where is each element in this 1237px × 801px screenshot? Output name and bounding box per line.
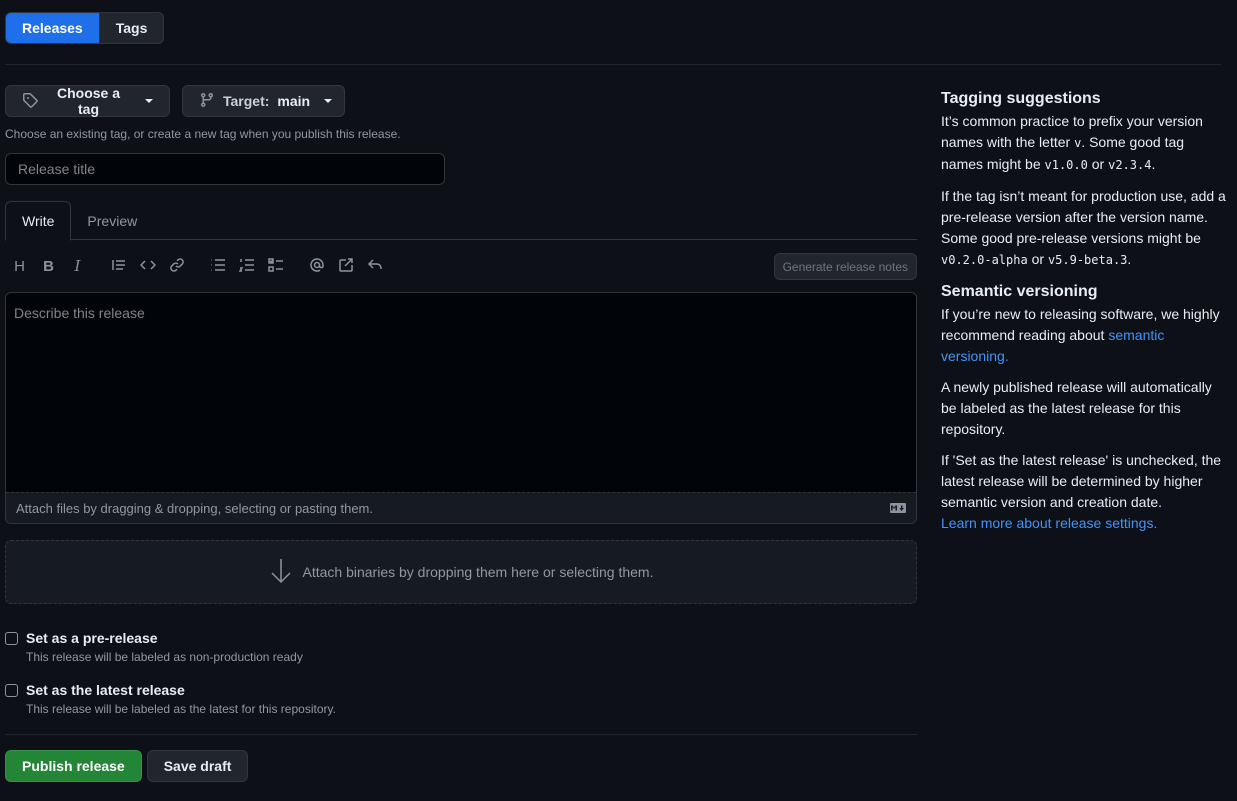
description-editor: Attach files by dragging & dropping, sel… (5, 292, 917, 524)
prerelease-title: Set as a pre-release (26, 630, 158, 646)
branch-icon (199, 92, 215, 111)
markdown-icon[interactable] (890, 501, 906, 516)
prerelease-checkbox[interactable] (5, 632, 18, 645)
bold-icon: B (43, 257, 54, 275)
reply-icon (367, 257, 383, 276)
ordered-list-icon (238, 257, 255, 276)
tagging-suggestions-heading: Tagging suggestions (941, 90, 1101, 107)
latest-release-checkbox[interactable] (5, 684, 18, 697)
attach-files-bar[interactable]: Attach files by dragging & dropping, sel… (6, 492, 916, 523)
prerelease-option: Set as a pre-release This release will b… (5, 630, 917, 664)
link-button[interactable] (162, 252, 191, 280)
publish-release-button[interactable]: Publish release (5, 750, 142, 782)
cross-reference-icon (338, 257, 354, 276)
code-icon (139, 257, 156, 276)
italic-icon: I (74, 257, 81, 275)
unordered-list-icon (210, 257, 226, 276)
release-settings-link[interactable]: Learn more about release settings. (941, 515, 1157, 531)
saved-reply-button[interactable] (360, 252, 389, 280)
tag-hint: Choose an existing tag, or create a new … (5, 127, 401, 141)
binaries-dropzone[interactable]: Attach binaries by dropping them here or… (5, 540, 917, 604)
latest-title: Set as the latest release (26, 682, 185, 698)
code-button[interactable] (133, 252, 162, 280)
tab-write[interactable]: Write (5, 201, 72, 241)
tagging-paragraph-1: It’s common practice to prefix your vers… (941, 113, 1203, 172)
release-options: Set as a pre-release This release will b… (5, 630, 917, 716)
choose-tag-button[interactable]: Choose a tag (5, 85, 170, 117)
target-branch-button[interactable]: Target: main (182, 85, 345, 117)
choose-tag-label: Choose a tag (56, 85, 120, 117)
help-sidebar: Tagging suggestions It’s common practice… (941, 88, 1226, 544)
target-value: main (277, 93, 311, 109)
reference-button[interactable] (331, 252, 360, 280)
semver-paragraph-2: A newly published release will automatic… (941, 379, 1212, 437)
attach-files-text: Attach files by dragging & dropping, sel… (16, 500, 373, 516)
top-divider (5, 64, 1221, 65)
binaries-text: Attach binaries by dropping them here or… (302, 564, 654, 580)
editor-tabs: Write Preview (5, 201, 917, 241)
chevron-down-icon (145, 99, 153, 103)
semver-paragraph-3: If 'Set as the latest release' is unchec… (941, 452, 1222, 531)
chevron-down-icon (324, 99, 333, 103)
tab-preview[interactable]: Preview (71, 201, 153, 241)
quote-button[interactable] (104, 252, 133, 280)
generate-release-notes-button[interactable]: Generate release notes (773, 253, 917, 280)
tag-icon (22, 92, 38, 111)
heading-icon: H (14, 257, 25, 275)
bottom-divider (5, 734, 917, 735)
releases-tags-nav: Releases Tags (5, 12, 165, 44)
target-label: Target: (223, 93, 270, 109)
task-list-button[interactable] (261, 252, 290, 280)
bold-button[interactable]: B (34, 252, 63, 280)
save-draft-button[interactable]: Save draft (146, 750, 249, 782)
link-icon (169, 257, 185, 276)
italic-button[interactable]: I (63, 252, 92, 280)
form-actions: Publish release Save draft (5, 750, 917, 782)
release-form: Choose a tag Target: main Choose an exis… (5, 85, 917, 782)
prerelease-description: This release will be labeled as non-prod… (26, 650, 303, 664)
heading-button[interactable]: H (5, 252, 34, 280)
markdown-toolbar: H B I Generate release notes (5, 240, 917, 292)
unordered-list-button[interactable] (203, 252, 232, 280)
latest-option: Set as the latest release This release w… (5, 682, 917, 716)
mention-icon (309, 257, 325, 276)
semantic-versioning-heading: Semantic versioning (941, 283, 1098, 300)
release-title-input[interactable] (5, 153, 445, 185)
ordered-list-button[interactable] (232, 252, 261, 280)
tag-row: Choose a tag Target: main (5, 85, 917, 117)
semver-paragraph-1: If you’re new to releasing software, we … (941, 306, 1220, 364)
quote-icon (111, 257, 127, 276)
mention-button[interactable] (302, 252, 331, 280)
tagging-paragraph-2: If the tag isn’t meant for production us… (941, 188, 1226, 267)
latest-description: This release will be labeled as the late… (26, 702, 336, 716)
tags-tab[interactable]: Tags (98, 13, 164, 43)
task-list-icon (267, 257, 284, 276)
releases-tab[interactable]: Releases (6, 13, 99, 43)
description-textarea[interactable] (6, 293, 916, 492)
arrow-down-icon (269, 558, 293, 587)
